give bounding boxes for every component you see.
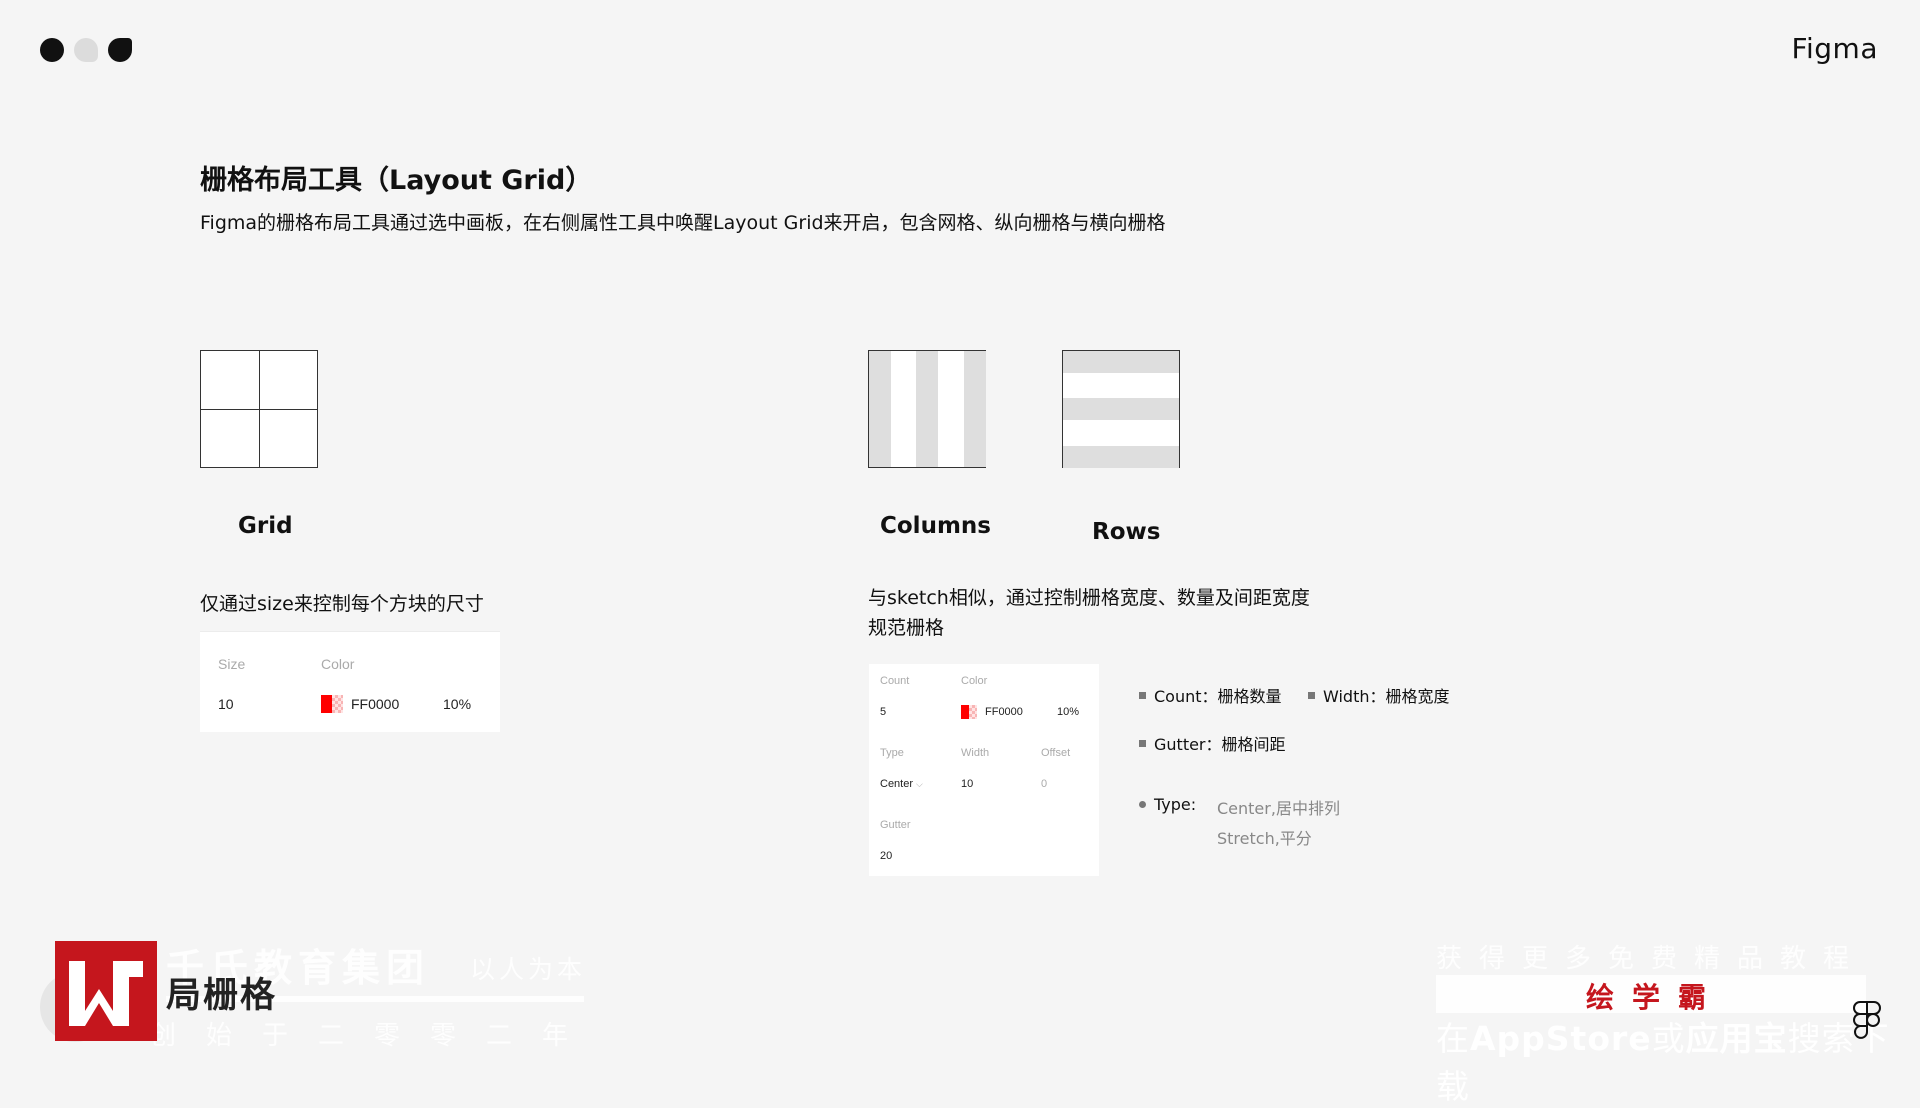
brand-name: Figma: [1791, 32, 1878, 65]
opacity-value[interactable]: 10%: [1057, 706, 1079, 718]
color-swatch[interactable]: [321, 695, 343, 713]
round-bullet-icon: [1139, 801, 1146, 808]
section-title-overlay: 局栅格: [166, 976, 278, 1016]
grid-description: 仅通过size来控制每个方块的尺寸: [200, 593, 484, 615]
size-label: Size: [218, 656, 246, 672]
columns-label: Columns: [880, 513, 991, 539]
width-label: Width: [961, 747, 990, 759]
type-dropdown[interactable]: Center ⌵: [880, 778, 923, 790]
columns-icon: [868, 350, 986, 468]
legend-type: Type:: [1139, 795, 1196, 814]
page-title: 栅格布局工具（Layout Grid）: [200, 165, 593, 196]
legend-count: Count：栅格数量: [1139, 683, 1282, 707]
window-dot-light: [74, 38, 98, 62]
type-value: Center: [880, 778, 914, 790]
window-dot-dark-leaf: [108, 38, 132, 62]
gutter-value[interactable]: 20: [880, 850, 892, 862]
brand-logo: [55, 941, 157, 1041]
watermark-founded: 创始于二零零二年: [150, 1021, 599, 1051]
color-label: Color: [961, 675, 988, 687]
chevron-down-icon: ⌵: [916, 779, 923, 789]
grid-icon: [200, 350, 318, 468]
page-subtitle: Figma的栅格布局工具通过选中画板，在右侧属性工具中唤醒Layout Grid…: [200, 212, 1166, 234]
count-value[interactable]: 5: [880, 706, 886, 718]
gutter-label: Gutter: [880, 819, 911, 831]
color-swatch[interactable]: [961, 705, 977, 719]
legend-gutter: Gutter：栅格间距: [1139, 731, 1286, 755]
columns-description-line2: 规范栅格: [868, 617, 945, 639]
square-bullet-icon: [1139, 739, 1146, 747]
columns-description-line1: 与sketch相似，通过控制栅格宽度、数量及间距宽度: [868, 587, 1310, 609]
size-value[interactable]: 10: [218, 696, 234, 712]
square-bullet-icon: [1139, 691, 1146, 699]
watermark-brand: 绘学霸: [1586, 981, 1725, 1014]
legend-width: Width：栅格宽度: [1308, 683, 1450, 707]
watermark-download: 在AppStore或应用宝搜索下载: [1436, 1019, 1890, 1106]
grid-properties-panel: Size Color 10 FF0000 10%: [200, 631, 500, 732]
width-value[interactable]: 10: [961, 778, 973, 790]
rows-label: Rows: [1092, 519, 1161, 545]
legend-type-center: Center,居中排列: [1217, 799, 1340, 818]
square-bullet-icon: [1308, 691, 1315, 699]
rows-icon: [1062, 350, 1180, 468]
watermark-slogan: 以人为本: [470, 955, 587, 984]
legend-type-stretch: Stretch,平分: [1217, 829, 1312, 848]
offset-label: Offset: [1041, 747, 1071, 759]
offset-value[interactable]: 0: [1041, 778, 1047, 790]
grid-label: Grid: [238, 513, 293, 539]
type-label: Type: [880, 747, 904, 759]
color-value[interactable]: FF0000: [985, 706, 1023, 718]
watermark-promo: 获得更多免费精品教程: [1436, 944, 1867, 974]
opacity-value[interactable]: 10%: [443, 696, 471, 712]
figma-logo-icon: [1852, 1000, 1882, 1046]
color-label: Color: [321, 656, 355, 672]
columns-properties-panel: Count Color 5 FF0000 10% Type Width Offs…: [869, 664, 1099, 876]
color-value[interactable]: FF0000: [351, 696, 399, 712]
count-label: Count: [880, 675, 910, 687]
window-dot-dark: [40, 38, 64, 62]
